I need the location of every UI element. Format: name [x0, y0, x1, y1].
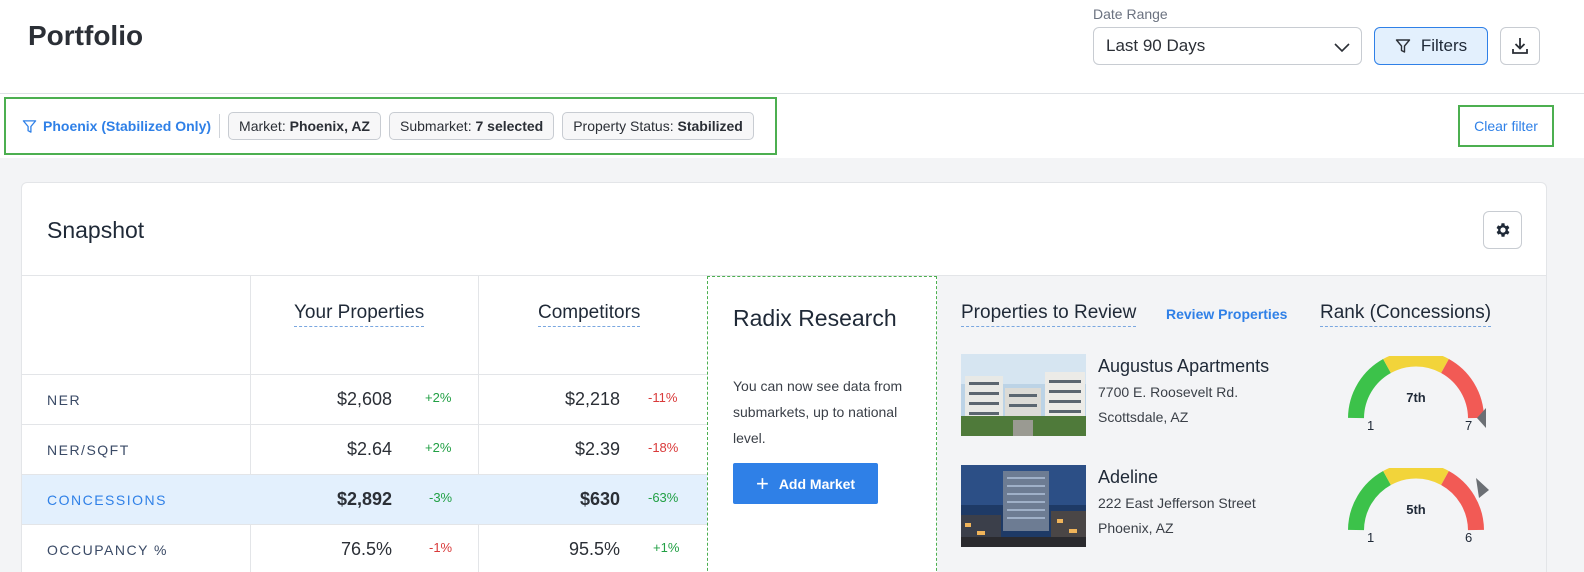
- your-change: +2%: [425, 390, 452, 405]
- filter-chip-property-status[interactable]: Property Status: Stabilized: [562, 112, 754, 140]
- active-filters: Phoenix (Stabilized Only) Market: Phoeni…: [4, 97, 777, 155]
- filter-chip-submarket[interactable]: Submarket: 7 selected: [389, 112, 555, 140]
- property-address-line2: Scottsdale, AZ: [1098, 409, 1189, 425]
- your-change: -3%: [429, 490, 453, 505]
- your-change: +2%: [425, 440, 452, 455]
- property-address-line1: 222 East Jefferson Street: [1098, 495, 1256, 511]
- date-range-value: Last 90 Days: [1106, 36, 1206, 55]
- metric-label: NER/SQFT: [47, 442, 130, 458]
- column-header-competitors[interactable]: Competitors: [538, 302, 641, 327]
- snapshot-title: Snapshot: [47, 217, 145, 243]
- metric-label: OCCUPANCY %: [47, 542, 169, 558]
- rank-max: 6: [1465, 530, 1473, 545]
- chip-key: Market:: [239, 118, 286, 134]
- radix-research-panel: Radix Research You can now see data from…: [707, 276, 937, 572]
- competitor-change: -11%: [648, 390, 678, 405]
- snapshot-settings-button[interactable]: [1483, 211, 1522, 249]
- rank-gauge: 5th 1 6: [1341, 462, 1491, 552]
- chip-key: Submarket:: [400, 118, 472, 134]
- gauge-pointer: [1476, 478, 1489, 498]
- radix-research-title: Radix Research: [733, 305, 897, 331]
- competitor-change: -63%: [648, 490, 679, 505]
- download-button[interactable]: [1500, 27, 1540, 65]
- date-range-select[interactable]: Last 90 Days: [1093, 27, 1362, 65]
- table-row[interactable]: NER/SQFT $2.64 +2% $2.39 -18%: [22, 424, 707, 474]
- property-name[interactable]: Augustus Apartments: [1098, 356, 1269, 377]
- chevron-down-icon: [1334, 43, 1350, 53]
- metric-label: CONCESSIONS: [47, 492, 167, 508]
- property-thumbnail[interactable]: [961, 465, 1086, 547]
- rank-gauge: 7th 1 7: [1341, 350, 1491, 440]
- property-address-line2: Phoenix, AZ: [1098, 520, 1174, 536]
- your-value: $2.64: [346, 439, 392, 459]
- filter-funnel-icon: [22, 119, 37, 133]
- table-row-selected[interactable]: CONCESSIONS $2,892 -3% $630 -63%: [22, 474, 707, 524]
- your-value: 76.5%: [340, 539, 392, 559]
- rank-max: 7: [1465, 418, 1473, 433]
- properties-to-review-panel: Properties to Review Review Properties R…: [937, 276, 1546, 572]
- saved-filter-label: Phoenix (Stabilized Only): [43, 118, 212, 134]
- page-title: Portfolio: [28, 20, 144, 51]
- add-market-button[interactable]: + Add Market: [733, 463, 878, 504]
- property-item[interactable]: Augustus Apartments 7700 E. Roosevelt Rd…: [961, 354, 1321, 436]
- clear-filter-link[interactable]: Clear filter: [1458, 105, 1554, 147]
- table-row[interactable]: NER $2,608 +2% $2,218 -11%: [22, 374, 707, 424]
- table-row[interactable]: OCCUPANCY % 76.5% -1% 95.5% +1%: [22, 524, 707, 572]
- filters-button-label: Filters: [1420, 36, 1468, 55]
- gear-icon: [1496, 223, 1509, 237]
- competitor-change: -18%: [648, 440, 679, 455]
- review-properties-link[interactable]: Review Properties: [1166, 306, 1287, 322]
- rank-min: 1: [1367, 530, 1375, 545]
- competitor-value: $2,218: [564, 389, 620, 409]
- property-name[interactable]: Adeline: [1098, 467, 1158, 488]
- properties-to-review-title[interactable]: Properties to Review: [961, 302, 1137, 327]
- column-header-your-properties[interactable]: Your Properties: [294, 302, 425, 327]
- competitor-value: 95.5%: [568, 539, 620, 559]
- rank-concessions-title[interactable]: Rank (Concessions): [1320, 302, 1492, 327]
- chip-value: Stabilized: [677, 118, 743, 134]
- add-market-label: Add Market: [778, 475, 856, 492]
- property-address-line1: 7700 E. Roosevelt Rd.: [1098, 384, 1239, 400]
- filter-chip-market[interactable]: Market: Phoenix, AZ: [228, 112, 381, 140]
- saved-filter-link[interactable]: Phoenix (Stabilized Only): [22, 114, 221, 138]
- metric-label: NER: [47, 392, 82, 408]
- rank-value: 7th: [1406, 390, 1426, 405]
- competitor-change: +1%: [653, 540, 680, 555]
- competitor-value: $630: [579, 489, 620, 509]
- property-item[interactable]: Adeline 222 East Jefferson Street Phoeni…: [961, 465, 1321, 547]
- filter-funnel-icon: [1395, 39, 1411, 53]
- rank-min: 1: [1367, 418, 1375, 433]
- chip-key: Property Status:: [573, 118, 674, 134]
- plus-icon: +: [755, 470, 769, 496]
- your-change: -1%: [429, 540, 453, 555]
- filter-bar: Phoenix (Stabilized Only) Market: Phoeni…: [0, 94, 1584, 158]
- radix-research-text: You can now see data from submarkets, up…: [733, 378, 903, 446]
- chip-value: Phoenix, AZ: [289, 118, 370, 134]
- property-thumbnail[interactable]: [961, 354, 1086, 436]
- date-range-label: Date Range: [1093, 6, 1168, 22]
- your-value: $2,608: [336, 389, 392, 409]
- competitor-value: $2.39: [574, 439, 620, 459]
- rank-value: 5th: [1406, 502, 1426, 517]
- chip-value: 7 selected: [475, 118, 544, 134]
- your-value: $2,892: [336, 489, 392, 509]
- snapshot-card: Snapshot Your Properties Competitors NER…: [21, 182, 1547, 572]
- download-icon: [1512, 38, 1528, 54]
- filters-button[interactable]: Filters: [1374, 27, 1488, 65]
